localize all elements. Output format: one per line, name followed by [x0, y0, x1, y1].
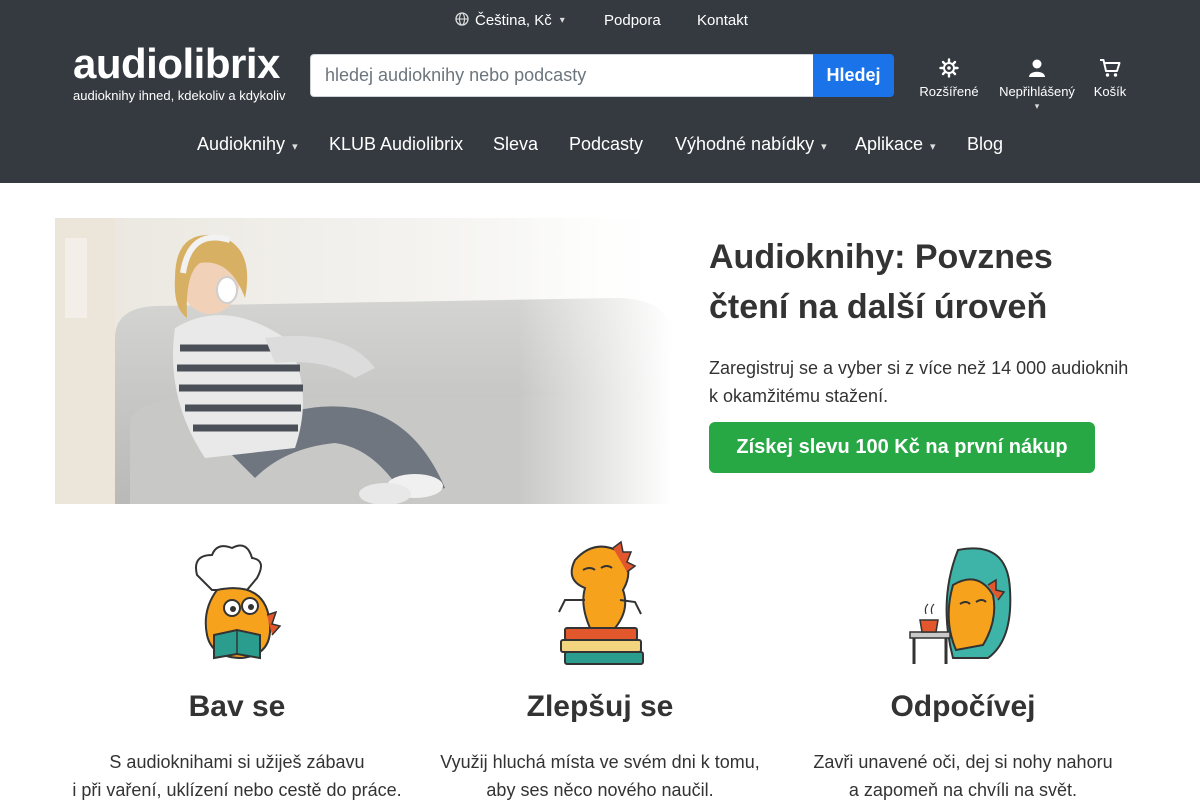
chevron-down-icon: ▾	[559, 15, 565, 26]
gear-icon	[938, 58, 960, 78]
feature-odpocivej: Odpočívej Zavři unavené oči, dej si nohy…	[782, 540, 1144, 804]
hero-text: Audioknihy: Povznes čtení na další úrove…	[709, 232, 1139, 410]
chevron-down-icon: ▾	[292, 141, 298, 153]
nav-item-label: Blog	[967, 134, 1004, 154]
feature-zlepsuj-se: Zlepšuj se Využij hluchá místa ve svém d…	[419, 540, 781, 804]
globe-icon	[455, 12, 469, 29]
feature-line: S audioknihami si užiješ zábavu	[109, 752, 365, 772]
nav-item-label: KLUB Audiolibrix	[329, 134, 464, 154]
feature-title: Bav se	[188, 690, 286, 723]
account-button[interactable]: Nepřihlášený ▾	[996, 58, 1078, 112]
site-header: Čeština, Kč ▾ Podpora Kontakt audiolibri…	[0, 0, 1200, 183]
feature-description: Zavři unavené oči, dej si nohy nahoru a z…	[782, 748, 1144, 804]
feature-description: Využij hluchá místa ve svém dni k tomu, a…	[419, 748, 781, 804]
search-button[interactable]: Hledej	[813, 54, 894, 97]
feature-line: i při vaření, uklízení nebo cestě do prá…	[72, 780, 402, 800]
chevron-down-icon: ▾	[930, 141, 936, 153]
cart-button[interactable]: Košík	[1092, 58, 1128, 99]
hero-image	[55, 218, 672, 504]
site-logo[interactable]: audiolibrix audioknihy ihned, kdekoliv a…	[73, 42, 293, 104]
mascot-chef-illustration	[195, 544, 282, 660]
discount-cta-button[interactable]: Získej slevu 100 Kč na první nákup	[709, 422, 1095, 473]
search-form: Hledej	[310, 54, 894, 97]
feature-line: a zapomeň na chvíli na svět.	[848, 780, 1078, 800]
chevron-down-icon: ▾	[821, 141, 827, 153]
main-nav: Audioknihy ▾ KLUB Audiolibrix Sleva Podca…	[0, 128, 1200, 158]
logo-tagline: audioknihy ihned, kdekoliv a kdykoliv	[73, 88, 286, 103]
nav-item-blog[interactable]: Blog	[967, 134, 1003, 155]
support-link[interactable]: Podpora	[604, 12, 661, 29]
nav-item-sleva[interactable]: Sleva	[493, 134, 538, 155]
nav-item-label: Podcasty	[569, 134, 644, 154]
feature-line: Zavři unavené oči, dej si nohy nahoru	[813, 752, 1113, 772]
feature-title: Zlepšuj se	[526, 690, 674, 723]
hero-title: Audioknihy: Povznes čtení na další úrove…	[709, 238, 1053, 326]
nav-item-aplikace[interactable]: Aplikace ▾	[855, 134, 936, 155]
nav-item-podcasty[interactable]: Podcasty	[569, 134, 643, 155]
advanced-search-button[interactable]: Rozšířené	[919, 58, 979, 99]
nav-item-vyhodne-nabidky[interactable]: Výhodné nabídky ▾	[675, 134, 827, 155]
nav-item-klub[interactable]: KLUB Audiolibrix	[329, 134, 463, 155]
nav-item-label: Sleva	[493, 134, 539, 154]
logo-wordmark: audiolibrix	[73, 40, 280, 87]
feature-title: Odpočívej	[890, 690, 1036, 723]
advanced-label: Rozšířené	[919, 84, 979, 99]
nav-item-audioknihy[interactable]: Audioknihy ▾	[197, 134, 298, 155]
nav-item-label: Aplikace	[855, 134, 924, 154]
hero-description: Zaregistruj se a vyber si z více než 14 …	[709, 358, 1129, 406]
language-selector[interactable]: Čeština, Kč ▾	[455, 12, 565, 29]
feature-description: S audioknihami si užiješ zábavu i při vař…	[56, 748, 418, 804]
search-input[interactable]	[310, 54, 813, 97]
language-label: Čeština, Kč	[475, 12, 552, 29]
nav-item-label: Výhodné nabídky	[675, 134, 815, 154]
feature-line: Využij hluchá místa ve svém dni k tomu,	[440, 752, 760, 772]
nav-item-label: Audioknihy	[197, 134, 286, 154]
mascot-armchair-illustration	[909, 547, 1012, 664]
contact-link[interactable]: Kontakt	[697, 12, 748, 29]
cart-label: Košík	[1093, 84, 1127, 99]
cart-icon	[1099, 58, 1121, 78]
user-icon	[1026, 58, 1048, 78]
mascot-books-illustration	[558, 540, 644, 665]
feature-bav-se: Bav se S audioknihami si užiješ zábavu i …	[56, 540, 418, 804]
chevron-down-icon: ▾	[1034, 101, 1040, 111]
top-bar: Čeština, Kč ▾ Podpora Kontakt	[0, 0, 1200, 42]
account-label: Nepřihlášený	[999, 84, 1075, 99]
feature-line: aby ses něco nového naučil.	[486, 780, 714, 800]
